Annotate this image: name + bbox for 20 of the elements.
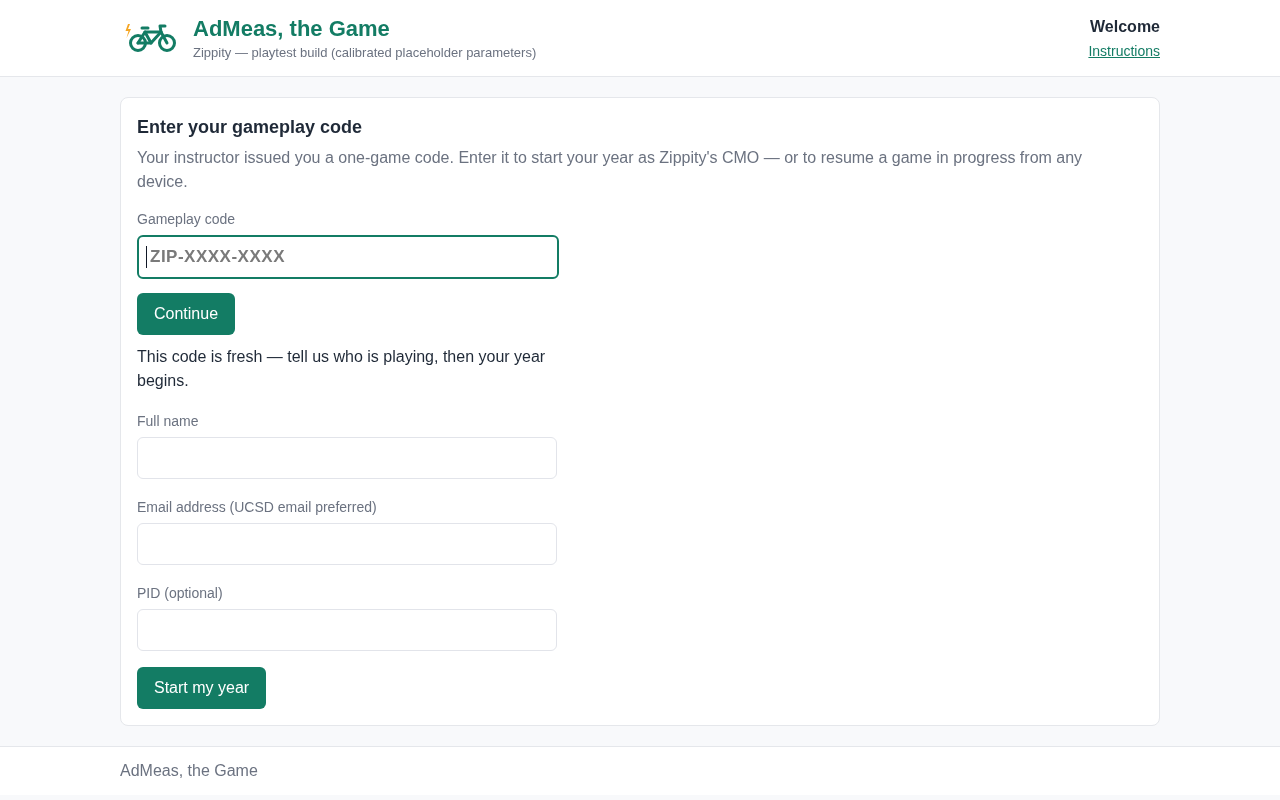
fresh-code-notice: This code is fresh — tell us who is playing, then your year begins. (137, 347, 547, 391)
field-label: Full name (137, 412, 199, 431)
text-input-field[interactable] (137, 523, 557, 565)
code-field-label: Gameplay code (137, 210, 236, 229)
app-title: AdMeas, the Game (193, 14, 391, 43)
code-input-field[interactable]: ZIP-XXXX-XXXX (137, 235, 559, 279)
welcome-label: Welcome (1090, 16, 1160, 37)
card-title: Enter your gameplay code (137, 116, 364, 139)
instructions-link[interactable]: Instructions (1088, 40, 1160, 61)
bicycle-logo-icon (125, 23, 177, 53)
continue-button[interactable]: Continue (137, 293, 236, 335)
text-caret (146, 246, 147, 268)
text-input-field[interactable] (137, 609, 557, 651)
app-subtitle: Zippity — playtest build (calibrated placeholder parameters) (193, 43, 537, 62)
field-label: Email address (UCSD email preferred) (137, 498, 377, 517)
text-input-field[interactable] (137, 437, 557, 479)
field-label: PID (optional) (137, 584, 223, 603)
start-year-button[interactable]: Start my year (137, 667, 267, 709)
card-description: Your instructor issued you a one-game code. Enter it to start your year as Zippity's CMO — or to resume a game in progress from any device. (137, 148, 1084, 192)
footer-text: AdMeas, the Game (120, 762, 258, 779)
